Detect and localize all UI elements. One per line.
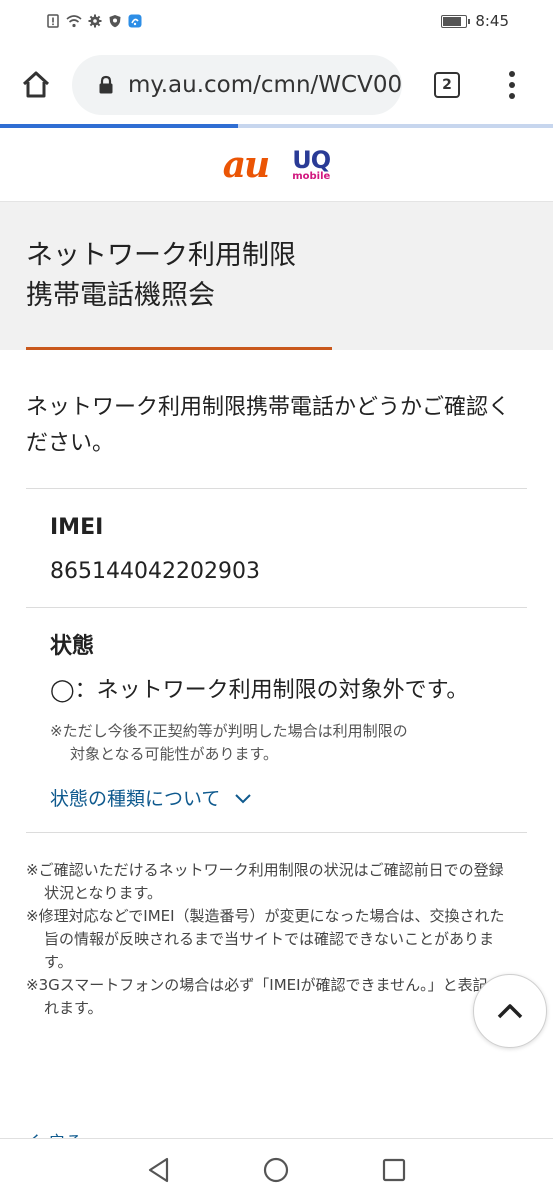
scroll-to-top-button[interactable] bbox=[473, 974, 547, 1048]
page-title: ネットワーク利用制限 携帯電話機照会 bbox=[26, 236, 527, 316]
home-button[interactable] bbox=[0, 42, 72, 128]
nav-home-button[interactable] bbox=[256, 1150, 296, 1190]
imei-value: 865144042202903 bbox=[50, 559, 260, 584]
footnote-3g: ※3Gスマートフォンの場合は必ず「IMEIが確認できません。」と表記されます。 bbox=[26, 976, 503, 1017]
intro-text: ネットワーク利用制限携帯電話かどうかご確認ください。 bbox=[26, 395, 511, 456]
overflow-menu-button[interactable] bbox=[492, 42, 532, 128]
menu-dot-icon bbox=[509, 82, 515, 88]
page-content: au UQ mobile ネットワーク利用制限 携帯電話機照会 ネットワーク利用… bbox=[0, 128, 553, 1020]
battery-level-fill bbox=[443, 16, 462, 26]
battery-icon bbox=[441, 14, 471, 28]
imei-label: IMEI bbox=[50, 515, 104, 540]
footnote-imei-change: ※修理対応などでIMEI（製造番号）が変更になった場合は、交換された旨の情報が反… bbox=[26, 907, 505, 971]
page-title-line1: ネットワーク利用制限 bbox=[26, 240, 296, 271]
uq-mobile-logo[interactable]: UQ mobile bbox=[292, 145, 331, 182]
alert-icon bbox=[47, 14, 59, 28]
title-block: ネットワーク利用制限 携帯電話機照会 bbox=[0, 202, 553, 350]
app-notification-icon bbox=[128, 14, 142, 28]
back-triangle-icon bbox=[148, 1157, 168, 1182]
status-label: 状態 bbox=[50, 634, 95, 659]
chevron-down-icon bbox=[235, 794, 252, 804]
browser-toolbar: my.au.com/cmn/WCV009001/WCE 2 bbox=[0, 42, 553, 128]
status-note: ※ただし今後不正契約等が判明した場合は利用制限の 対象となる可能性があります。 bbox=[50, 720, 500, 766]
home-circle-icon bbox=[264, 1157, 289, 1182]
status-note-line2: 対象となる可能性があります。 bbox=[70, 745, 279, 763]
lock-icon bbox=[98, 75, 114, 95]
nav-recents-button[interactable] bbox=[374, 1150, 414, 1190]
title-underline bbox=[26, 347, 332, 350]
shield-icon bbox=[109, 15, 121, 28]
menu-dot-icon bbox=[509, 93, 515, 99]
footnote-registration-date: ※ご確認いただけるネットワーク利用制限の状況はご確認前日での登録状況となります。 bbox=[26, 861, 504, 902]
status-icons bbox=[46, 14, 142, 28]
chevron-up-icon bbox=[497, 1004, 523, 1019]
brand-header: au UQ mobile bbox=[0, 128, 553, 202]
au-logo[interactable]: au bbox=[223, 144, 270, 186]
system-navigation-bar bbox=[0, 1138, 553, 1200]
url-text: my.au.com/cmn/WCV009001/WCE bbox=[128, 72, 402, 98]
status-section: 状態 ◯：ネットワーク利用制限の対象外です。 ※ただし今後不正契約等が判明した場… bbox=[0, 608, 553, 832]
recents-square-icon bbox=[383, 1158, 406, 1181]
footnotes: ※ご確認いただけるネットワーク利用制限の状況はご確認前日での登録状況となります。… bbox=[0, 833, 540, 1020]
status-bar: 8:45 bbox=[0, 0, 553, 42]
menu-dot-icon bbox=[509, 71, 515, 77]
settings-icon bbox=[88, 14, 102, 28]
home-icon bbox=[22, 71, 50, 98]
clock: 8:45 bbox=[475, 12, 509, 30]
imei-section: IMEI 865144042202903 bbox=[0, 489, 553, 607]
tab-switcher-button[interactable]: 2 bbox=[402, 42, 492, 128]
nav-back-button[interactable] bbox=[139, 1150, 179, 1190]
status-types-toggle[interactable]: 状態の種類について bbox=[50, 784, 503, 814]
wifi-icon bbox=[66, 15, 82, 28]
status-types-link-text: 状態の種類について bbox=[50, 788, 221, 810]
status-value: ◯：ネットワーク利用制限の対象外です。 bbox=[50, 678, 469, 703]
uq-logo-text: UQ bbox=[292, 145, 331, 174]
page-title-line2: 携帯電話機照会 bbox=[26, 280, 215, 311]
address-bar[interactable]: my.au.com/cmn/WCV009001/WCE bbox=[72, 55, 402, 115]
uq-logo-subtext: mobile bbox=[292, 170, 331, 182]
status-note-line1: ※ただし今後不正契約等が判明した場合は利用制限の bbox=[50, 722, 408, 740]
tab-count: 2 bbox=[434, 72, 460, 98]
